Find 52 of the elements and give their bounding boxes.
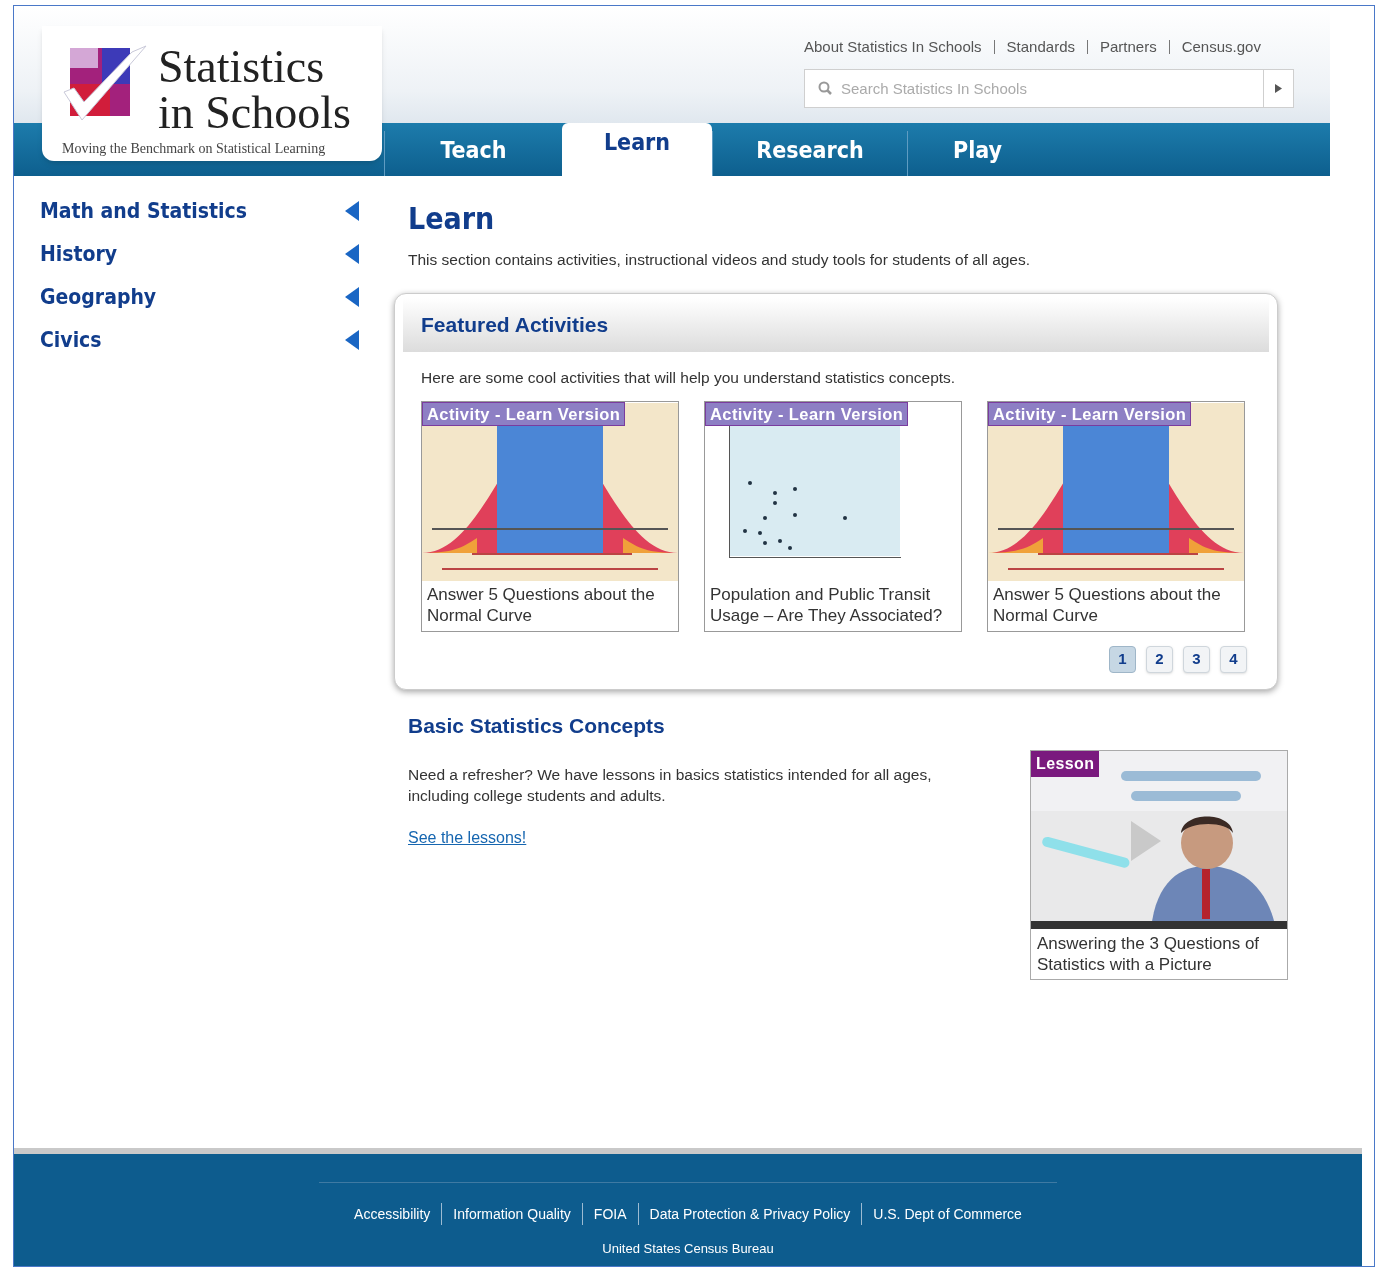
top-link[interactable]: About Statistics In Schools <box>804 40 982 54</box>
lessons-link[interactable]: See the lessons! <box>408 825 527 850</box>
activity-badge: Activity - Learn Version <box>422 402 626 426</box>
logo-title: Statistics <box>158 44 326 90</box>
intro-text: This section contains activities, instructional videos and study tools for students of all ages. <box>408 249 1032 270</box>
activity-card[interactable]: Activity - Learn Version Answer 5 Questions about the Normal Curve <box>421 401 679 632</box>
page-button[interactable]: 4 <box>1220 646 1247 673</box>
card-caption: Population and Public Transit Usage – Are They Associated? <box>709 584 944 627</box>
card-caption: Answer 5 Questions about the Normal Curve <box>992 584 1222 627</box>
activity-card[interactable]: Activity - Learn Version Population and Public Transit Usage – Are They Associated? <box>704 401 962 632</box>
logo-tagline: Moving the Benchmark on Statistical Learning <box>62 140 327 158</box>
activity-badge: Activity - Learn Version <box>705 402 909 426</box>
page-button[interactable]: 1 <box>1109 646 1136 673</box>
footer-link[interactable]: Accessibility <box>354 1203 431 1225</box>
sidebar-item[interactable]: Geography <box>40 284 359 310</box>
triangle-left-icon <box>345 330 359 350</box>
nav-tab[interactable]: Learn <box>562 123 712 176</box>
triangle-left-icon <box>345 201 359 221</box>
search-submit-button[interactable] <box>1264 69 1294 108</box>
nav-tab[interactable]: Play <box>907 131 1047 176</box>
video-card[interactable]: Lesson Answering the 3 Questions of Statistics with a Picture <box>1030 749 1288 980</box>
footer-link[interactable]: U.S. Dept of Commerce <box>861 1203 1022 1225</box>
footer-text: United States Census Bureau <box>602 1240 774 1258</box>
triangle-left-icon <box>345 287 359 307</box>
sidebar-item[interactable]: History <box>40 241 359 267</box>
card-caption: Answer 5 Questions about the Normal Curve <box>426 584 656 627</box>
section-title: Basic Statistics Concepts <box>408 713 666 739</box>
page-button[interactable]: 2 <box>1146 646 1173 673</box>
logo-title: in Schools <box>158 90 351 136</box>
top-link[interactable]: Partners <box>1087 40 1157 54</box>
video-caption: Answering the 3 Questions of Statistics with a Picture <box>1036 932 1261 976</box>
section-text: Need a refresher? We have lessons in basics statistics intended for all ages, including college students and adults. <box>408 764 933 806</box>
activity-badge: Activity - Learn Version <box>988 402 1192 426</box>
lesson-badge: Lesson <box>1031 750 1100 777</box>
panel-title: Featured Activities <box>421 312 609 338</box>
search-field[interactable]: Search Statistics In Schools <box>804 69 1264 108</box>
page-title: Learn <box>408 200 496 238</box>
play-icon <box>1275 84 1282 93</box>
top-link[interactable]: Standards <box>993 40 1075 54</box>
panel-intro: Here are some cool activities that will help you understand statistics concepts. <box>421 367 957 388</box>
footer-link[interactable]: Data Protection & Privacy Policy <box>637 1203 851 1225</box>
logo[interactable]: Statistics in Schools Moving the Benchmark on Statistical Learning <box>42 26 382 161</box>
footer-link[interactable]: Information Quality <box>441 1203 571 1225</box>
search-icon <box>818 81 832 95</box>
nav-tab[interactable]: Research <box>712 131 907 176</box>
page-button[interactable]: 3 <box>1183 646 1210 673</box>
sidebar-item[interactable]: Civics <box>40 327 359 353</box>
sidebar-item[interactable]: Math and Statistics <box>40 198 359 224</box>
top-link[interactable]: Census.gov <box>1168 40 1261 54</box>
triangle-left-icon <box>345 244 359 264</box>
footer-link[interactable]: FOIA <box>581 1203 627 1225</box>
activity-card[interactable]: Activity - Learn Version Answer 5 Questions about the Normal Curve <box>987 401 1245 632</box>
